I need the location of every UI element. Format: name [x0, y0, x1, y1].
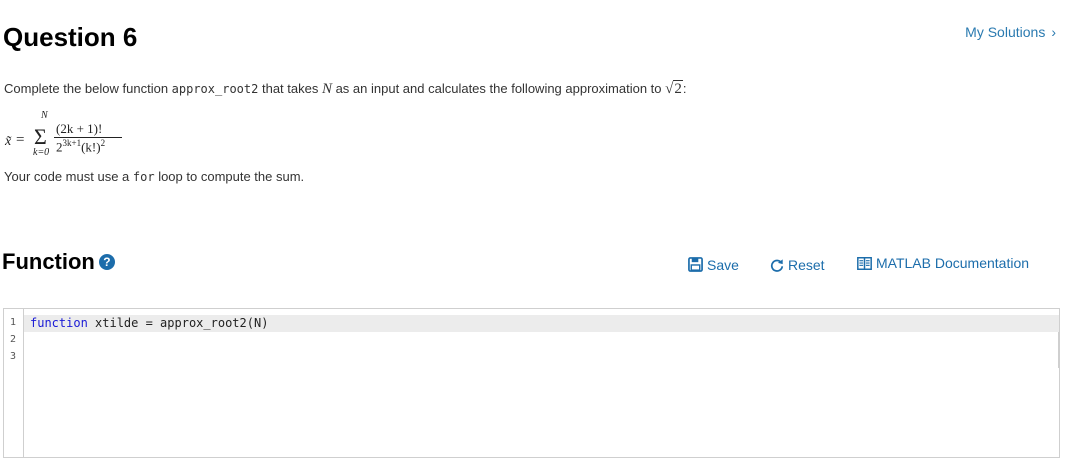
line-number: 2	[10, 334, 17, 345]
formula-den-rest: (k!)	[81, 139, 101, 155]
desc-middle2: as an input and calculates the following…	[331, 81, 666, 96]
floppy-disk-icon	[688, 257, 703, 272]
reset-button[interactable]: Reset	[770, 257, 825, 273]
formula-denominator: 23k+1(k!)2	[56, 138, 105, 155]
matlab-documentation-link[interactable]: MATLAB Documentation	[857, 255, 1029, 271]
circular-arrow-icon	[770, 259, 784, 272]
question-title: Question 6	[3, 22, 138, 52]
note-suffix: loop to compute the sum.	[154, 169, 305, 184]
question-circle-icon[interactable]: ?	[98, 254, 115, 270]
code-keyword: function	[30, 316, 88, 330]
note-prefix: Your code must use a	[4, 169, 133, 184]
formula-den-rest-exp: 2	[100, 138, 106, 148]
approximation-formula: N x̃ = Σ (2k + 1)! 23k+1(k!)2 k=0	[4, 110, 144, 160]
desc-var-n: N	[321, 81, 332, 97]
sqrt-two: √2	[665, 80, 683, 97]
function-section-title: Function?	[2, 249, 115, 275]
requirement-note: Your code must use a for loop to compute…	[4, 169, 304, 184]
save-label[interactable]: Save	[707, 257, 739, 273]
problem-description: Complete the below function approx_root2…	[4, 80, 687, 98]
line-number: 3	[10, 351, 17, 362]
formula-lhs: x̃	[5, 134, 12, 149]
my-solutions-label[interactable]: My Solutions	[965, 24, 1045, 40]
chevron-right-icon: ›	[1051, 24, 1056, 40]
formula-upper-limit: N	[41, 110, 48, 121]
code-editor[interactable]: 1 2 3 function xtilde = approx_root2(N)	[3, 308, 1060, 458]
docs-label[interactable]: MATLAB Documentation	[876, 255, 1029, 271]
line-number-gutter: 1 2 3	[4, 309, 24, 457]
code-line-1[interactable]: function xtilde = approx_root2(N)	[30, 316, 268, 330]
note-keyword: for	[132, 170, 155, 184]
desc-suffix: :	[682, 81, 687, 96]
formula-den-exp: 3k+1	[62, 138, 82, 148]
desc-middle1: that takes	[258, 81, 322, 96]
my-solutions-link[interactable]: My Solutions ›	[965, 24, 1056, 40]
sqrt-arg: 2	[673, 80, 683, 97]
function-title-label: Function	[2, 249, 95, 274]
formula-numerator: (2k + 1)!	[56, 121, 103, 136]
desc-prefix: Complete the below function	[4, 81, 172, 96]
formula-equals: =	[16, 132, 25, 148]
line-number: 1	[10, 317, 17, 328]
save-button[interactable]: Save	[688, 257, 739, 273]
book-icon	[857, 257, 872, 270]
formula-lower-limit: k=0	[33, 147, 50, 158]
desc-function-name: approx_root2	[171, 82, 259, 96]
reset-label[interactable]: Reset	[788, 257, 825, 273]
code-signature: xtilde = approx_root2(N)	[87, 316, 269, 330]
problem-page: Question 6 My Solutions › Complete the be…	[0, 0, 1083, 468]
editor-edge-divider	[1058, 332, 1059, 368]
